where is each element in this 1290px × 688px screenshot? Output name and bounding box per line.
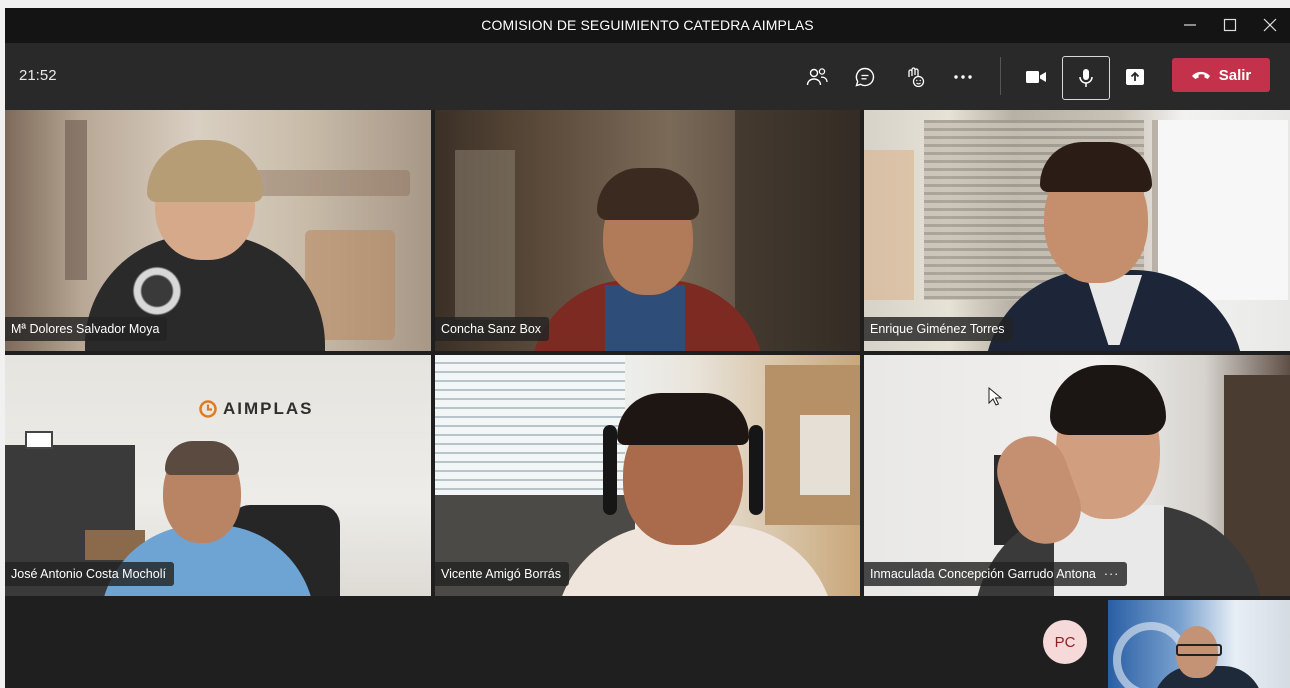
self-view-video[interactable] [1108, 600, 1290, 688]
more-options-icon [954, 75, 972, 79]
glasses-icon [1176, 644, 1222, 656]
chat-button[interactable] [850, 62, 880, 92]
close-button[interactable] [1253, 10, 1287, 40]
teams-meeting-window: COMISION DE SEGUIMIENTO CATEDRA AIMPLAS … [5, 8, 1290, 688]
close-icon [1263, 18, 1277, 32]
camera-icon [1026, 71, 1046, 83]
mouse-cursor-icon [988, 387, 1002, 406]
hang-up-icon [1191, 71, 1210, 79]
video-tile-6[interactable]: Inmaculada Concepción Garrudo Antona ··· [864, 355, 1290, 596]
participant-name: Inmaculada Concepción Garrudo Antona ··· [864, 562, 1128, 586]
share-screen-icon [1126, 69, 1144, 85]
title-bar: COMISION DE SEGUIMIENTO CATEDRA AIMPLAS [5, 8, 1290, 43]
meeting-duration: 21:52 [19, 67, 57, 84]
microphone-icon [1079, 69, 1093, 87]
avatar[interactable]: PC [1043, 620, 1087, 664]
microphone-button[interactable] [1062, 56, 1110, 100]
video-tile-4[interactable]: AIMPLAS José Antonio Costa Mocholí [5, 355, 431, 596]
participant-more-options-icon[interactable]: ··· [1104, 567, 1120, 581]
aimplas-logo: AIMPLAS [199, 399, 314, 419]
participant-name: Vicente Amigó Borrás [435, 562, 569, 586]
video-tile-1[interactable]: Mª Dolores Salvador Moya [5, 110, 431, 351]
chat-icon [855, 67, 875, 87]
participant-name: Concha Sanz Box [435, 317, 550, 341]
participant-name: Mª Dolores Salvador Moya [5, 317, 168, 341]
maximize-button[interactable] [1213, 10, 1247, 40]
participants-icon [806, 68, 828, 86]
more-options-button[interactable] [948, 62, 978, 92]
participants-button[interactable] [802, 62, 832, 92]
toolbar-divider [1000, 57, 1001, 95]
camera-button[interactable] [1021, 62, 1051, 92]
minimize-icon [1184, 24, 1196, 26]
aimplas-logo-icon [199, 400, 217, 418]
meeting-toolbar: 21:52 Salir [5, 43, 1290, 110]
maximize-icon [1223, 18, 1237, 32]
participant-name: José Antonio Costa Mocholí [5, 562, 174, 586]
reactions-icon [908, 67, 925, 88]
participant-name: Enrique Giménez Torres [864, 317, 1013, 341]
share-screen-button[interactable] [1120, 62, 1150, 92]
video-tile-5[interactable]: Vicente Amigó Borrás [435, 355, 860, 596]
bottom-participant-bar: PC [5, 600, 1290, 688]
reactions-button[interactable] [900, 62, 930, 92]
minimize-button[interactable] [1173, 10, 1207, 40]
video-tile-3[interactable]: Enrique Giménez Torres [864, 110, 1290, 351]
leave-button[interactable]: Salir [1172, 58, 1270, 92]
leave-label: Salir [1218, 66, 1252, 84]
video-tile-2[interactable]: Concha Sanz Box [435, 110, 860, 351]
window-title: COMISION DE SEGUIMIENTO CATEDRA AIMPLAS [481, 17, 814, 33]
headphones [603, 425, 617, 515]
